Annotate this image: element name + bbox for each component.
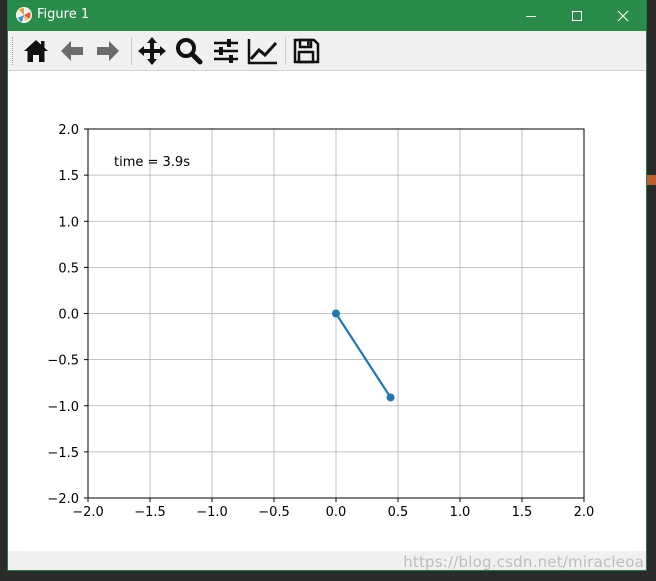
data-point xyxy=(386,393,395,402)
x-tick-label: −2.0 xyxy=(72,505,104,520)
floppy-disk-icon xyxy=(293,38,320,64)
y-tick-label: 1.0 xyxy=(58,215,79,230)
plot-area[interactable]: −2.0 −1.5 −1.0 −0.5 0.0 0.5 1.0 1.5 2.0 −2.0 −1.5 −… xyxy=(8,71,646,551)
figure-canvas[interactable]: −2.0 −1.5 −1.0 −0.5 0.0 0.5 1.0 1.5 2.0 −2.0 −1.5 −… xyxy=(8,71,646,551)
background-editor-strip xyxy=(0,0,8,581)
minimize-button[interactable] xyxy=(508,0,554,31)
x-tick-label: 2.0 xyxy=(574,505,595,520)
maximize-button[interactable] xyxy=(554,0,600,31)
close-icon xyxy=(617,10,629,21)
x-tick-label: 0.5 xyxy=(388,505,409,520)
close-button[interactable] xyxy=(600,0,646,31)
pan-button[interactable] xyxy=(136,35,168,67)
save-button[interactable] xyxy=(290,35,322,67)
y-tick-label: 2.0 xyxy=(58,123,79,138)
background-editor-accent xyxy=(646,175,656,185)
move-icon xyxy=(138,37,166,65)
time-annotation: time = 3.9s xyxy=(114,155,190,170)
y-tick-label: 1.5 xyxy=(58,169,79,184)
home-button[interactable] xyxy=(20,35,52,67)
x-tick-label: −1.0 xyxy=(196,505,228,520)
y-tick-label: −1.5 xyxy=(47,446,79,461)
edit-axis-button[interactable] xyxy=(247,35,279,67)
data-point xyxy=(332,309,340,318)
figure-window: Figure 1 −2.0 −1.5 −1.0 −0.5 0.0 0.5 1.0… xyxy=(8,0,646,570)
y-tick-label: 0.0 xyxy=(58,308,79,323)
navigation-toolbar xyxy=(8,31,646,71)
zoom-button[interactable] xyxy=(173,35,205,67)
x-tick-label: 1.0 xyxy=(450,505,471,520)
y-tick-label: −2.0 xyxy=(47,492,79,507)
toolbar-grip[interactable] xyxy=(12,37,16,65)
y-tick-label: −0.5 xyxy=(47,354,79,369)
matplotlib-logo-icon xyxy=(16,7,32,23)
toolbar-separator xyxy=(131,37,132,65)
y-tick-label: −1.0 xyxy=(47,400,79,415)
line-chart-icon xyxy=(247,39,278,65)
x-tick-label: −1.5 xyxy=(134,505,166,520)
sliders-icon xyxy=(214,39,238,63)
title-bar[interactable]: Figure 1 xyxy=(8,0,646,31)
back-button[interactable] xyxy=(56,35,88,67)
configure-subplots-button[interactable] xyxy=(210,35,242,67)
y-tick-label: 0.5 xyxy=(58,261,79,276)
forward-button[interactable] xyxy=(92,35,124,67)
home-icon xyxy=(24,40,48,62)
arrow-right-icon xyxy=(97,41,119,61)
watermark-text: https://blog.csdn.net/miracleoa xyxy=(403,553,644,571)
minimize-icon xyxy=(526,15,536,17)
maximize-icon xyxy=(572,10,582,21)
x-tick-label: 1.5 xyxy=(512,505,533,520)
x-tick-label: −0.5 xyxy=(258,505,290,520)
arrow-left-icon xyxy=(61,41,83,61)
toolbar-separator xyxy=(285,37,286,65)
magnifier-icon xyxy=(176,38,203,65)
x-tick-label: 0.0 xyxy=(326,505,347,520)
window-title: Figure 1 xyxy=(37,7,90,22)
